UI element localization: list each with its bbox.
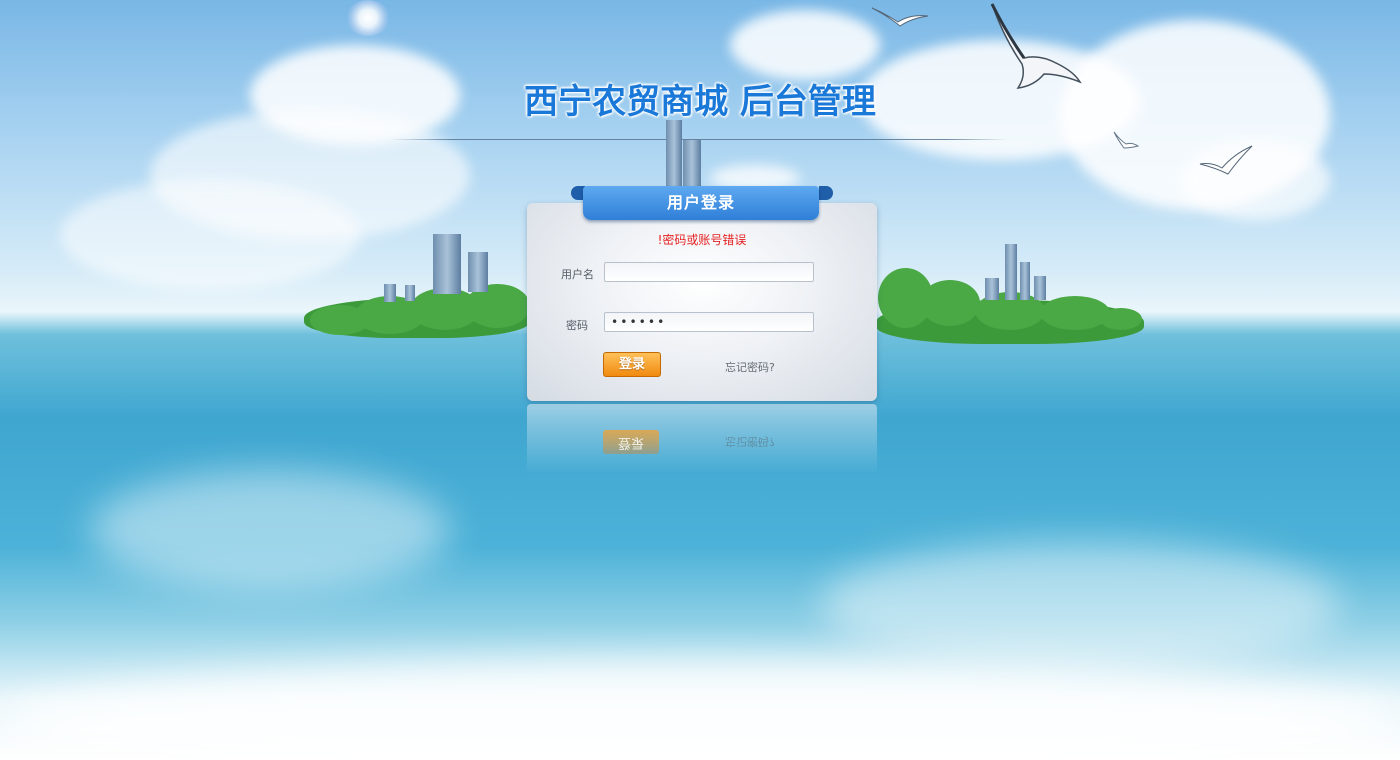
login-button[interactable]: 登录	[603, 352, 661, 377]
seagull-icon	[871, 7, 929, 27]
cloud	[60, 180, 360, 290]
seagull-icon	[1199, 145, 1253, 175]
water-mist	[90, 470, 450, 590]
water-mist	[820, 540, 1340, 670]
forgot-link-reflection: 忘记密码?	[725, 435, 775, 448]
login-page-background: 西宁农贸商城 后台管理 登录 忘记密码? 用户登录 !密码或账号错误 用户名 密…	[0, 0, 1400, 760]
tower	[468, 252, 488, 292]
ribbon-tail	[819, 186, 833, 200]
username-label: 用户名	[561, 268, 594, 281]
login-header: 用户登录	[583, 186, 819, 220]
tree	[1100, 308, 1142, 330]
water-mist	[0, 660, 1400, 760]
login-panel-reflection: 登录 忘记密码?	[527, 404, 877, 474]
cloud	[730, 10, 880, 80]
forgot-password-link[interactable]: 忘记密码?	[725, 359, 775, 375]
tower	[405, 285, 415, 301]
tree	[1040, 296, 1110, 330]
tower	[1005, 244, 1017, 300]
page-title: 西宁农贸商城 后台管理	[524, 82, 876, 122]
tower	[1034, 276, 1046, 300]
tree	[920, 280, 980, 326]
tower	[985, 278, 999, 300]
tower	[666, 120, 682, 190]
password-label: 密码	[566, 319, 588, 332]
tower	[384, 284, 396, 302]
tower	[433, 234, 461, 294]
tower	[683, 140, 701, 190]
tower	[1020, 262, 1030, 300]
username-input[interactable]	[604, 262, 814, 282]
password-input[interactable]	[604, 312, 814, 332]
error-message: !密码或账号错误	[657, 233, 747, 247]
seagull-icon	[1113, 131, 1140, 149]
login-button-reflection: 登录	[603, 430, 659, 454]
sun-glare	[346, 0, 390, 36]
